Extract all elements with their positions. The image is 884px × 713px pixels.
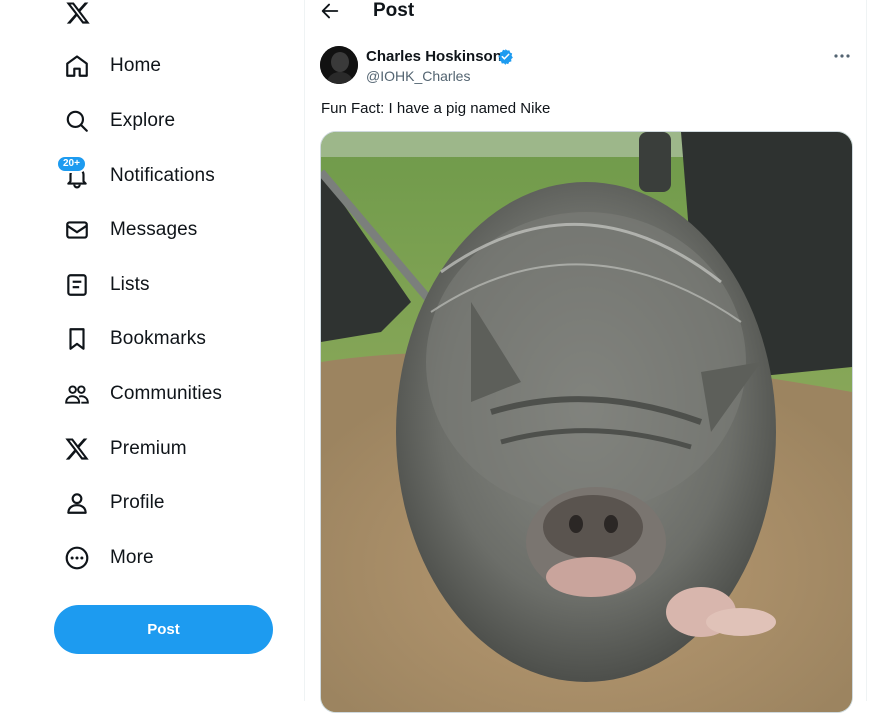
column-divider — [304, 0, 305, 701]
notifications-badge: 20+ — [56, 155, 87, 173]
page-title: Post — [373, 0, 415, 21]
author-name[interactable]: Charles Hoskinson — [366, 48, 502, 65]
search-icon — [64, 108, 90, 134]
nav-more-label: More — [110, 547, 154, 568]
more-options-icon[interactable] — [832, 46, 852, 66]
person-icon — [64, 490, 90, 516]
nav-notifications-label: Notifications — [110, 165, 215, 186]
home-icon — [64, 53, 90, 79]
nav-explore[interactable]: Explore — [52, 97, 187, 145]
list-icon — [64, 272, 90, 298]
bell-icon: 20+ — [56, 155, 90, 189]
nav-communities[interactable]: Communities — [52, 370, 234, 418]
nav-more[interactable]: More — [52, 534, 166, 582]
verified-badge-icon — [498, 49, 513, 65]
x-logo-icon — [64, 436, 90, 462]
more-circle-icon — [64, 545, 90, 571]
tweet-text: Fun Fact: I have a pig named Nike — [321, 100, 551, 117]
nav-profile-label: Profile — [110, 492, 165, 513]
nav-messages[interactable]: Messages — [52, 206, 209, 254]
communities-icon — [64, 381, 90, 407]
author-handle[interactable]: @IOHK_Charles — [366, 68, 470, 84]
nav-premium-label: Premium — [110, 438, 187, 459]
nav-messages-label: Messages — [110, 219, 198, 240]
nav-profile[interactable]: Profile — [52, 479, 177, 527]
nav-lists[interactable]: Lists — [52, 261, 162, 309]
nav-notifications[interactable]: 20+ Notifications — [52, 152, 227, 200]
nav-communities-label: Communities — [110, 383, 222, 404]
column-divider — [866, 0, 867, 701]
nav-explore-label: Explore — [110, 110, 176, 131]
tweet-photo[interactable] — [320, 131, 853, 713]
bookmark-icon — [64, 326, 90, 352]
avatar[interactable] — [320, 46, 358, 84]
post-button[interactable]: Post — [54, 605, 273, 654]
nav-home[interactable]: Home — [52, 42, 173, 90]
nav-premium[interactable]: Premium — [52, 425, 199, 473]
x-logo-icon[interactable] — [63, 0, 93, 26]
nav-bookmarks[interactable]: Bookmarks — [52, 315, 218, 363]
back-arrow-icon[interactable] — [319, 0, 341, 22]
nav-home-label: Home — [110, 55, 162, 76]
mail-icon — [64, 217, 90, 243]
nav-lists-label: Lists — [110, 274, 150, 295]
nav-bookmarks-label: Bookmarks — [110, 328, 206, 349]
